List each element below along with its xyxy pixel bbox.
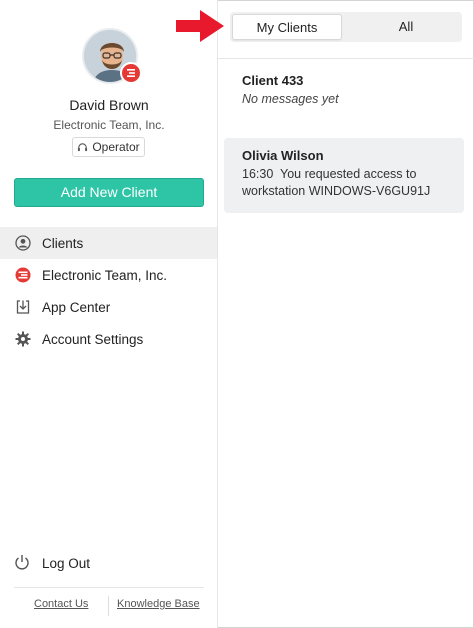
sidebar-item-label: App Center [42, 299, 111, 315]
client-list-item[interactable]: Client 433 No messages yet [224, 63, 464, 125]
sidebar-item-label: Electronic Team, Inc. [42, 267, 168, 283]
footer-links: Contact Us Knowledge Base [0, 596, 217, 618]
annotation-arrow-icon [176, 10, 224, 42]
sidebar: David Brown Electronic Team, Inc. Operat… [0, 0, 218, 628]
logout-label: Log Out [42, 555, 91, 571]
sidebar-nav: Clients Electronic Team, Inc. App Center… [0, 227, 217, 355]
message-time: 16:30 [242, 167, 274, 181]
tab-my-clients[interactable]: My Clients [232, 14, 342, 40]
user-avatar[interactable] [82, 28, 142, 84]
sidebar-item-label: Clients [42, 235, 84, 251]
client-name: Client 433 [242, 73, 304, 88]
sidebar-item-app-center[interactable]: App Center [0, 291, 217, 323]
header-divider [218, 58, 474, 59]
user-circle-icon [14, 234, 32, 252]
client-last-message: No messages yet [242, 92, 339, 106]
download-icon [14, 298, 32, 316]
main-panel: My Clients All Client 433 No messages ye… [218, 0, 474, 628]
footer-divider [14, 587, 204, 588]
gear-icon [14, 330, 32, 348]
add-new-client-button[interactable]: Add New Client [14, 178, 204, 207]
user-company: Electronic Team, Inc. [53, 118, 165, 132]
contact-us-link[interactable]: Contact Us [34, 598, 88, 610]
client-name: Olivia Wilson [242, 148, 324, 163]
client-list-item[interactable]: Olivia Wilson 16:30 You requested access… [224, 138, 464, 213]
knowledge-base-link[interactable]: Knowledge Base [117, 598, 200, 610]
role-label: Operator [92, 140, 140, 154]
company-logo-icon [14, 266, 32, 284]
client-last-message: 16:30 You requested access to workstatio… [242, 166, 446, 200]
headset-icon [78, 142, 88, 151]
sidebar-item-label: Account Settings [42, 331, 144, 347]
footer-separator [108, 596, 109, 616]
client-filter-tabs: My Clients All [230, 12, 462, 42]
sidebar-item-clients[interactable]: Clients [0, 227, 217, 259]
sidebar-item-account-settings[interactable]: Account Settings [0, 323, 217, 355]
company-badge-icon [120, 62, 142, 84]
sidebar-item-company[interactable]: Electronic Team, Inc. [0, 259, 217, 291]
role-badge: Operator [72, 137, 145, 157]
tab-all[interactable]: All [354, 14, 458, 40]
user-name: David Brown [69, 97, 149, 113]
logout-button[interactable]: Log Out [0, 548, 217, 578]
power-icon [14, 554, 32, 572]
